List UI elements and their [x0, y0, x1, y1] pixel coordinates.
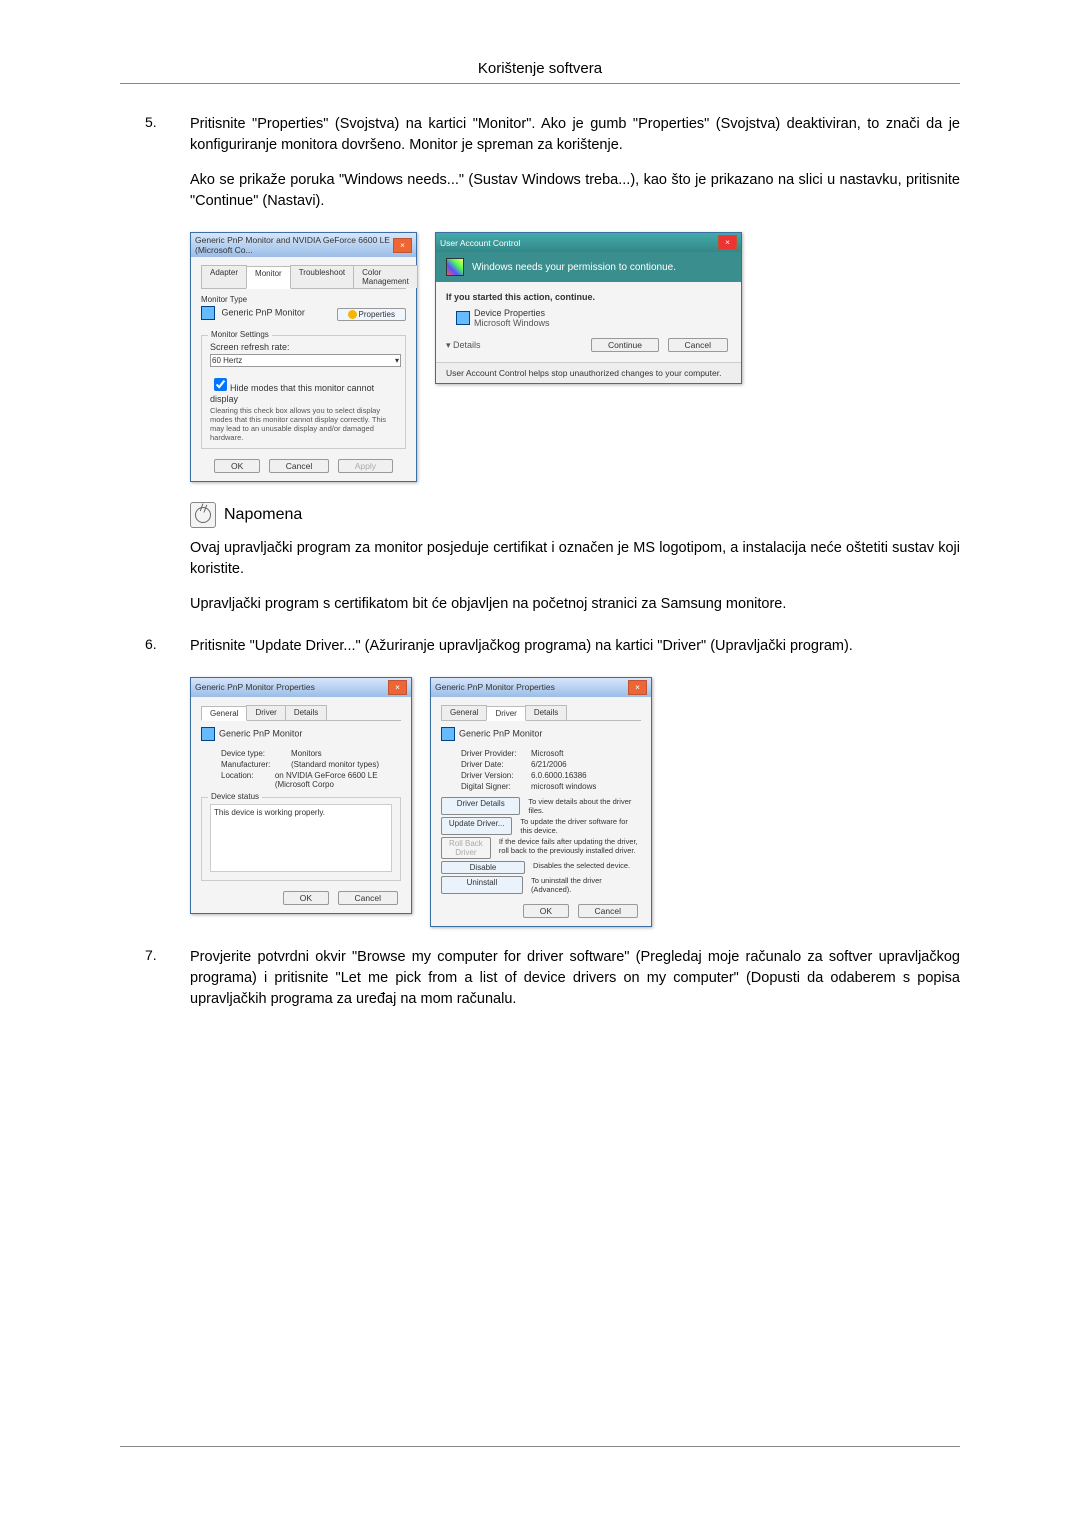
window-title: Generic PnP Monitor Properties: [195, 682, 315, 692]
close-icon[interactable]: ×: [393, 238, 412, 253]
rollback-driver-desc: If the device fails after updating the d…: [499, 837, 641, 859]
continue-button[interactable]: Continue: [591, 338, 659, 352]
device-name: Generic PnP Monitor: [459, 728, 542, 738]
note-icon: [190, 502, 216, 528]
hide-modes-label: Hide modes that this monitor cannot disp…: [210, 383, 374, 404]
loc-value: on NVIDIA GeForce 6600 LE (Microsoft Cor…: [275, 771, 401, 789]
step-number: 5.: [145, 114, 157, 130]
cancel-button[interactable]: Cancel: [338, 891, 398, 905]
tab-details[interactable]: Details: [285, 705, 327, 720]
provider-label: Driver Provider:: [461, 749, 531, 758]
tab-driver[interactable]: Driver: [246, 705, 285, 720]
ok-button[interactable]: OK: [283, 891, 329, 905]
devtype-label: Device type:: [221, 749, 291, 758]
driver-date-label: Driver Date:: [461, 760, 531, 769]
hide-modes-help: Clearing this check box allows you to se…: [210, 406, 397, 442]
monitor-icon: [441, 727, 455, 741]
step-number: 7.: [145, 947, 157, 963]
details-link[interactable]: Details: [453, 340, 481, 350]
update-driver-desc: To update the driver software for this d…: [520, 817, 641, 835]
tab-driver[interactable]: Driver: [486, 706, 525, 721]
tab-troubleshoot[interactable]: Troubleshoot: [290, 265, 354, 288]
driver-details-desc: To view details about the driver files.: [528, 797, 641, 815]
update-driver-button[interactable]: Update Driver...: [441, 817, 512, 835]
driver-general-window: Generic PnP Monitor Properties× General …: [190, 677, 412, 914]
tab-adapter[interactable]: Adapter: [201, 265, 247, 288]
tab-general[interactable]: General: [201, 706, 247, 721]
close-icon[interactable]: ×: [718, 235, 737, 250]
monitor-properties-window: Generic PnP Monitor and NVIDIA GeForce 6…: [190, 232, 417, 482]
cancel-button[interactable]: Cancel: [269, 459, 329, 473]
monitor-settings-label: Monitor Settings: [208, 330, 272, 339]
disable-desc: Disables the selected device.: [533, 861, 630, 874]
close-icon[interactable]: ×: [628, 680, 647, 695]
tab-details[interactable]: Details: [525, 705, 567, 720]
signer-value: microsoft windows: [531, 782, 596, 791]
rollback-driver-button[interactable]: Roll Back Driver: [441, 837, 491, 859]
shield-icon: [446, 258, 464, 276]
step5-text1: Pritisnite "Properties" (Svojstva) na ka…: [190, 114, 960, 156]
refresh-label: Screen refresh rate:: [210, 342, 397, 352]
step5-text2: Ako se prikaže poruka "Windows needs..."…: [190, 170, 960, 212]
note-p1: Ovaj upravljački program za monitor posj…: [190, 538, 960, 580]
mfr-value: (Standard monitor types): [291, 760, 379, 769]
uac-item: Device Properties: [474, 308, 550, 318]
provider-value: Microsoft: [531, 749, 563, 758]
device-name: Generic PnP Monitor: [219, 728, 302, 738]
window-title: Generic PnP Monitor and NVIDIA GeForce 6…: [195, 235, 393, 255]
uac-started: If you started this action, continue.: [446, 292, 731, 302]
driver-date-value: 6/21/2006: [531, 760, 567, 769]
tab-color-management[interactable]: Color Management: [353, 265, 418, 288]
apply-button[interactable]: Apply: [338, 459, 393, 473]
driver-tab-window: Generic PnP Monitor Properties× General …: [430, 677, 652, 927]
monitor-name-text: Generic PnP Monitor: [222, 307, 305, 317]
note-title: Napomena: [224, 506, 302, 524]
devtype-value: Monitors: [291, 749, 322, 758]
uac-footer: User Account Control helps stop unauthor…: [436, 362, 741, 383]
uac-message: Windows needs your permission to contion…: [472, 262, 676, 273]
driver-version-value: 6.0.6000.16386: [531, 771, 587, 780]
close-icon[interactable]: ×: [388, 680, 407, 695]
monitor-icon: [201, 727, 215, 741]
device-status-label: Device status: [208, 792, 262, 801]
uninstall-desc: To uninstall the driver (Advanced).: [531, 876, 641, 894]
footer-divider: [120, 1446, 960, 1447]
uac-window: User Account Control × Windows needs your…: [435, 232, 742, 384]
cancel-button[interactable]: Cancel: [578, 904, 638, 918]
step-number: 6.: [145, 636, 157, 652]
driver-details-button[interactable]: Driver Details: [441, 797, 520, 815]
shield-mini-icon: [348, 310, 357, 319]
monitor-icon: [456, 311, 470, 325]
uac-item-sub: Microsoft Windows: [474, 318, 550, 328]
signer-label: Digital Signer:: [461, 782, 531, 791]
device-status-box: This device is working properly.: [210, 804, 392, 872]
step7-text: Provjerite potvrdni okvir "Browse my com…: [190, 947, 960, 1010]
page-title: Korištenje softvera: [120, 60, 960, 84]
uninstall-button[interactable]: Uninstall: [441, 876, 523, 894]
ok-button[interactable]: OK: [214, 459, 260, 473]
disable-button[interactable]: Disable: [441, 861, 525, 874]
refresh-select[interactable]: 60 Hertz ▾: [210, 354, 401, 367]
loc-label: Location:: [221, 771, 275, 789]
tab-general[interactable]: General: [441, 705, 487, 720]
mfr-label: Manufacturer:: [221, 760, 291, 769]
note-p2: Upravljački program s certifikatom bit ć…: [190, 594, 960, 615]
step6-text: Pritisnite "Update Driver..." (Ažuriranj…: [190, 636, 960, 657]
cancel-button[interactable]: Cancel: [668, 338, 728, 352]
tab-monitor[interactable]: Monitor: [246, 266, 291, 289]
properties-button[interactable]: Properties: [337, 308, 406, 321]
monitor-type-label: Monitor Type: [201, 295, 406, 304]
monitor-icon: [201, 306, 215, 320]
uac-title: User Account Control: [440, 238, 520, 248]
window-title: Generic PnP Monitor Properties: [435, 682, 555, 692]
hide-modes-checkbox[interactable]: [214, 378, 227, 391]
driver-version-label: Driver Version:: [461, 771, 531, 780]
ok-button[interactable]: OK: [523, 904, 569, 918]
